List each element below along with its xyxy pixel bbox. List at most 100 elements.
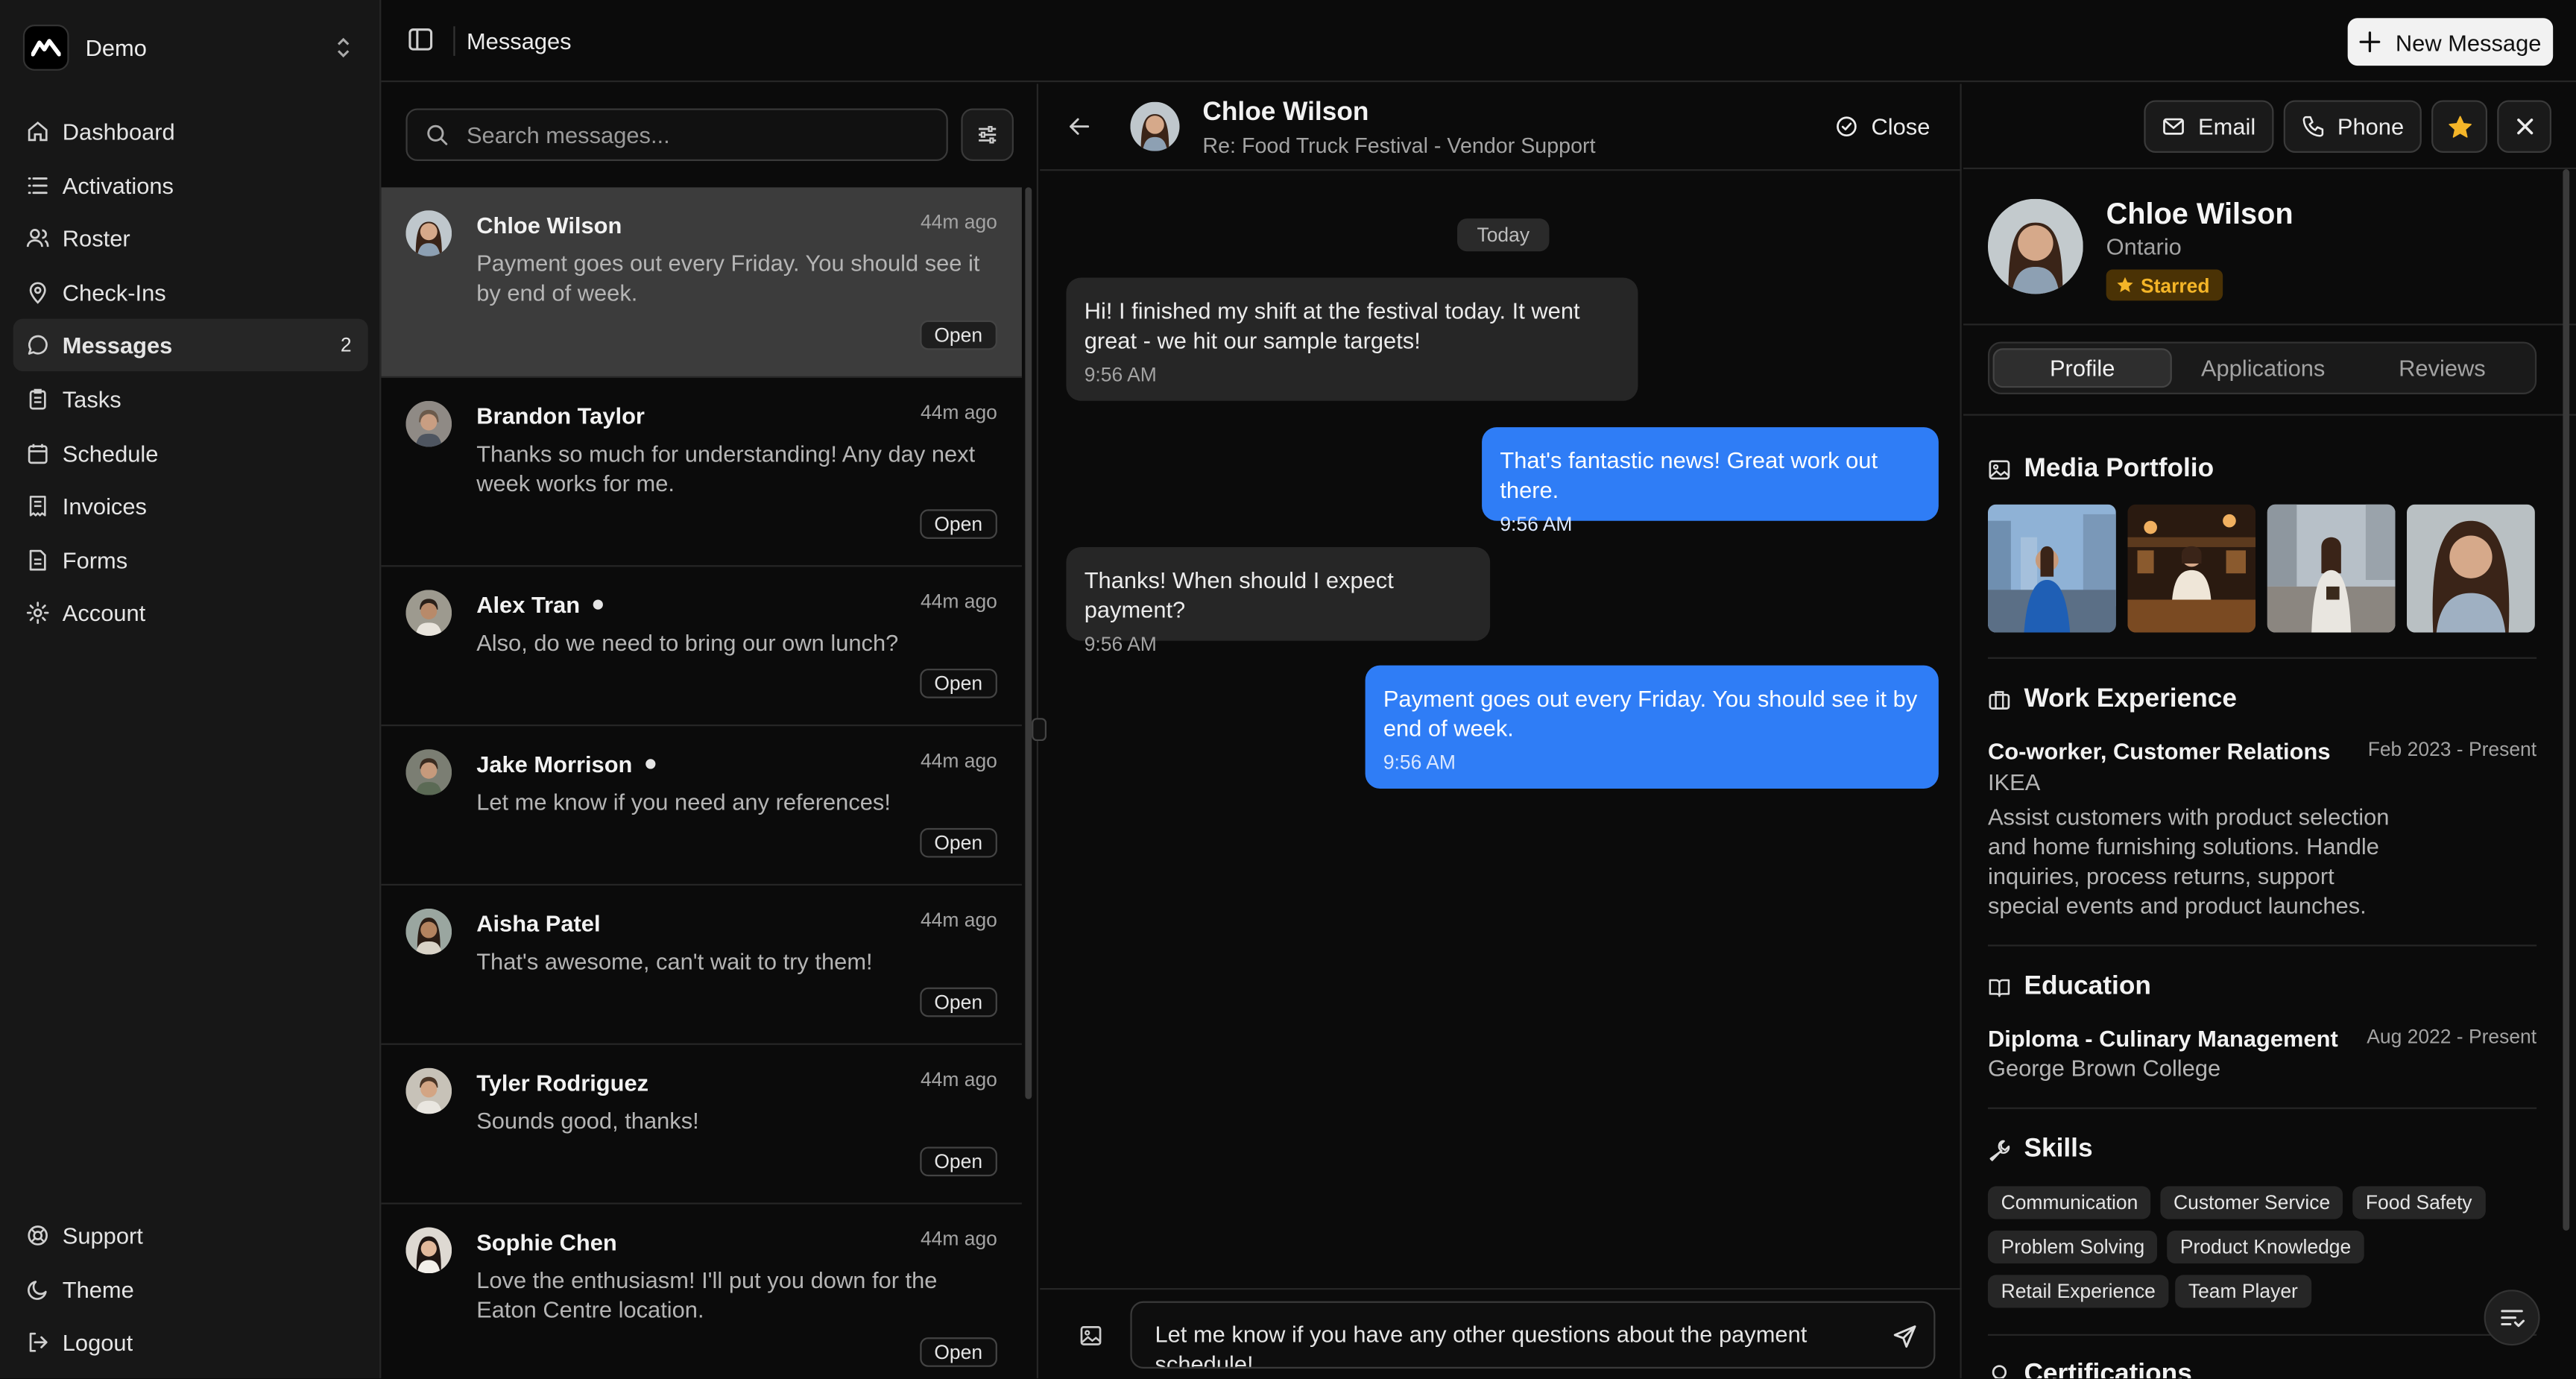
close-panel-button[interactable] (2497, 100, 2551, 153)
star-button[interactable] (2431, 100, 2488, 153)
image-icon[interactable] (1079, 1325, 1102, 1348)
tab-reviews[interactable]: Reviews (2352, 348, 2531, 388)
nav-label: Invoices (62, 493, 147, 520)
search-input[interactable] (466, 122, 927, 148)
nav-item-tasks[interactable]: Tasks (13, 373, 368, 426)
floating-action-button[interactable] (2484, 1290, 2540, 1346)
conversation-subject: Re: Food Truck Festival - Vendor Support (1202, 133, 1596, 158)
gear-icon (26, 602, 49, 625)
nav-label: Roster (62, 225, 130, 252)
thread-item[interactable]: Aisha Patel 44m ago That's awesome, can'… (381, 886, 1022, 1045)
nav-item-invoices[interactable]: Invoices (13, 480, 368, 533)
media-thumbnail[interactable] (2127, 504, 2256, 633)
avatar (405, 590, 452, 636)
nav-item-check-ins[interactable]: Check-Ins (13, 266, 368, 319)
search-icon (427, 124, 448, 145)
starred-badge: Starred (2106, 269, 2223, 301)
image-icon (1989, 460, 2010, 480)
nav-label: Support (62, 1222, 143, 1249)
section-title-work: Work Experience (1988, 685, 2237, 715)
tab-applications[interactable]: Applications (2174, 348, 2352, 388)
avatar (405, 1227, 452, 1274)
nav-item-support[interactable]: Support (13, 1209, 368, 1262)
status-badge: Open (919, 320, 997, 350)
thread-item[interactable]: Chloe Wilson 44m ago Payment goes out ev… (381, 187, 1022, 378)
media-thumbnail[interactable] (2267, 504, 2396, 633)
nav-item-messages[interactable]: Messages 2 (13, 319, 368, 372)
message-text: Thanks! When should I expect payment? (1084, 567, 1394, 623)
education-school: George Brown College (1987, 1055, 2221, 1082)
skill-chip: Problem Solving (1987, 1230, 2158, 1263)
nav-item-theme[interactable]: Theme (13, 1263, 368, 1316)
media-thumbnail[interactable] (1987, 504, 2116, 633)
divider (453, 26, 455, 56)
education-degree: Diploma - Culinary Management (1987, 1025, 2338, 1052)
work-role: Co-worker, Customer Relations (1987, 737, 2331, 764)
receipt-icon (29, 496, 46, 517)
skill-chip: Food Safety (2352, 1186, 2486, 1219)
unread-dot (593, 599, 603, 610)
tab-profile[interactable]: Profile (1992, 348, 2172, 388)
new-message-button[interactable]: New Message (2347, 18, 2554, 66)
media-thumbnail[interactable] (2407, 504, 2535, 633)
thread-preview: Thanks so much for understanding! Any da… (476, 440, 976, 496)
profile-scrollbar[interactable] (2563, 169, 2570, 1231)
work-dates: Feb 2023 - Present (2367, 737, 2537, 761)
message-input[interactable]: Let me know if you have any other questi… (1130, 1301, 1936, 1369)
thread-preview: Let me know if you need any references! (476, 788, 891, 815)
users-icon (26, 229, 49, 247)
avatar (405, 908, 452, 955)
sidebar-toggle-icon[interactable] (408, 26, 434, 52)
nav-label: Forms (62, 546, 128, 573)
map-pin-icon (29, 281, 46, 304)
avatar (1130, 101, 1180, 151)
new-message-label: New Message (2395, 28, 2542, 55)
nav-item-logout[interactable]: Logout (13, 1316, 368, 1369)
sliders-icon (979, 125, 997, 144)
nav-item-activations[interactable]: Activations (13, 159, 368, 212)
clipboard-icon (29, 388, 46, 410)
arrow-left-icon[interactable] (1068, 115, 1091, 138)
workspace-switcher[interactable]: Demo (22, 23, 360, 72)
close-conversation-button[interactable]: Close (1835, 113, 1930, 139)
profile-tabs: Profile Applications Reviews (1987, 341, 2537, 394)
thread-item[interactable]: Brandon Taylor 44m ago Thanks so much fo… (381, 378, 1022, 567)
section-label: Certifications (2024, 1360, 2192, 1379)
close-icon (2516, 119, 2533, 135)
nav-label: Activations (62, 171, 174, 198)
thread-list: Chloe Wilson 44m ago Payment goes out ev… (381, 187, 1022, 1378)
message-text: That's fantastic news! Great work out th… (1500, 446, 1878, 503)
email-label: Email (2198, 113, 2256, 140)
thread-list-scrollbar[interactable] (1025, 187, 1032, 1099)
phone-button[interactable]: Phone (2283, 100, 2422, 153)
section-title-skills: Skills (1988, 1135, 2093, 1165)
message-bubble-outgoing: That's fantastic news! Great work out th… (1482, 427, 1939, 536)
status-badge: Open (919, 987, 997, 1017)
thread-name: Jake Morrison (476, 751, 656, 777)
message-bubble-incoming: Hi! I finished my shift at the festival … (1066, 277, 1638, 401)
home-icon (28, 121, 48, 142)
phone-icon (2302, 116, 2323, 137)
send-icon[interactable] (1892, 1325, 1917, 1349)
nav-item-forms[interactable]: Forms (13, 534, 368, 587)
section-title-education: Education (1988, 973, 2151, 1003)
email-button[interactable]: Email (2144, 100, 2274, 153)
filter-button[interactable] (961, 108, 1014, 162)
message-time: 9:56 AM (1383, 751, 1456, 774)
profile-avatar (1987, 198, 2083, 294)
thread-item[interactable]: Tyler Rodriguez 44m ago Sounds good, tha… (381, 1045, 1022, 1205)
nav-item-schedule[interactable]: Schedule (13, 426, 368, 479)
list-filter-icon (2501, 1310, 2525, 1328)
message-time: 9:56 AM (1084, 363, 1157, 386)
thread-item[interactable]: Alex Tran 44m ago Also, do we need to br… (381, 567, 1022, 727)
nav-item-dashboard[interactable]: Dashboard (13, 105, 368, 158)
thread-time: 44m ago (920, 1067, 997, 1091)
message-circle-icon (28, 335, 48, 356)
thread-item[interactable]: Jake Morrison 44m ago Let me know if you… (381, 726, 1022, 886)
skill-chip: Retail Experience (1987, 1275, 2169, 1308)
thread-time: 44m ago (920, 908, 997, 932)
nav-item-roster[interactable]: Roster (13, 212, 368, 265)
thread-preview: Also, do we need to bring our own lunch? (476, 629, 899, 656)
nav-item-account[interactable]: Account (13, 587, 368, 640)
thread-item[interactable]: Sophie Chen 44m ago Love the enthusiasm!… (381, 1205, 1022, 1379)
